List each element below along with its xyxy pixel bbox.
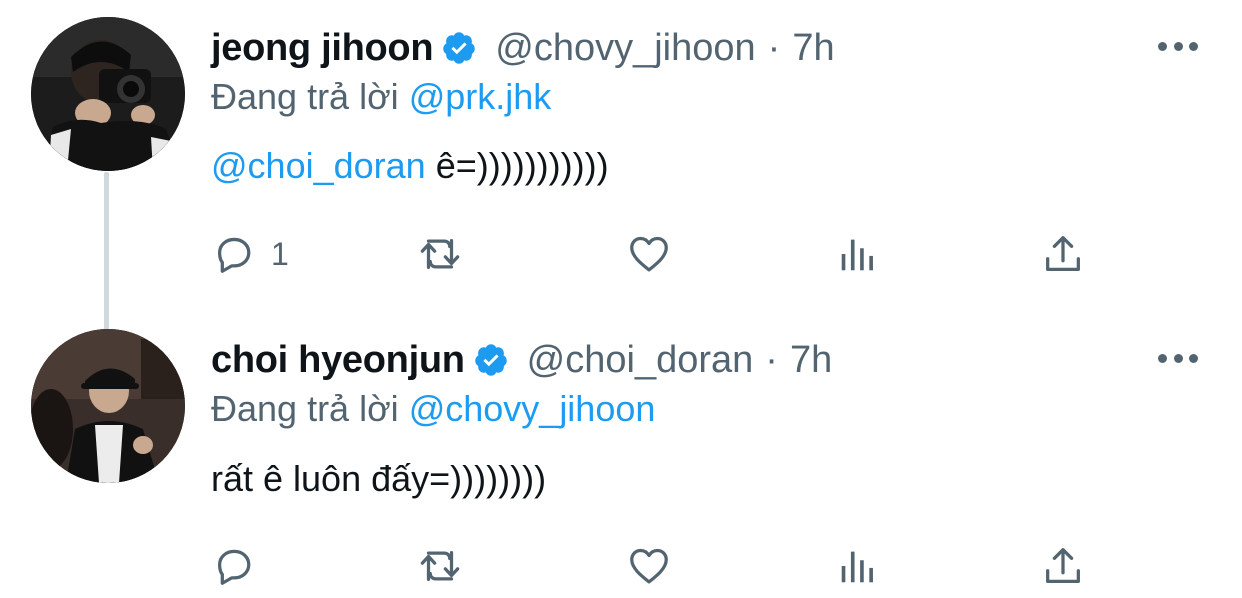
- analytics-button[interactable]: [835, 541, 881, 591]
- reply-button[interactable]: [211, 541, 257, 591]
- reply-count: 1: [271, 235, 289, 272]
- display-name[interactable]: choi hyeonjun: [211, 339, 465, 382]
- more-icon[interactable]: [1158, 350, 1198, 366]
- body-text: ê=))))))))))): [425, 145, 609, 186]
- timestamp[interactable]: 7h: [792, 27, 834, 70]
- tweet[interactable]: jeong jihoon @chovy_jihoon · 7h Đang trả…: [0, 0, 1242, 300]
- retweet-icon: [417, 231, 463, 277]
- verified-badge-icon: [441, 30, 477, 66]
- share-icon: [1040, 543, 1086, 589]
- replying-to-label: Đang trả lời: [211, 76, 399, 117]
- like-button[interactable]: [626, 541, 672, 591]
- tweet-header: jeong jihoon @chovy_jihoon · 7h: [211, 26, 835, 70]
- reply-icon: [211, 543, 257, 589]
- avatar[interactable]: [31, 329, 185, 483]
- separator-dot: ·: [765, 338, 778, 381]
- timestamp[interactable]: 7h: [790, 339, 832, 382]
- share-button[interactable]: [1040, 541, 1086, 591]
- reply-button[interactable]: 1: [211, 229, 289, 279]
- tweet-text: rất ê luôn đấy=)))))))): [211, 458, 547, 499]
- tweet[interactable]: choi hyeonjun @choi_doran · 7h Đang trả …: [0, 312, 1242, 598]
- body-mention[interactable]: @choi_doran: [211, 145, 426, 186]
- share-icon: [1040, 231, 1086, 277]
- separator-dot: ·: [767, 26, 781, 69]
- verified-badge-icon: [473, 342, 509, 378]
- analytics-icon: [835, 543, 881, 589]
- display-name[interactable]: jeong jihoon: [211, 27, 434, 70]
- analytics-button[interactable]: [835, 229, 881, 279]
- retweet-icon: [417, 543, 463, 589]
- tweet-actions: [211, 541, 1111, 591]
- like-button[interactable]: [626, 229, 672, 279]
- heart-icon: [626, 231, 672, 277]
- replying-to-label: Đang trả lời: [211, 388, 399, 429]
- retweet-button[interactable]: [417, 541, 463, 591]
- replying-to: Đang trả lời @prk.jhk: [211, 76, 551, 118]
- share-button[interactable]: [1040, 229, 1086, 279]
- tweet-text: @choi_doran ê=))))))))))): [211, 145, 609, 187]
- more-icon[interactable]: [1158, 38, 1198, 54]
- user-handle[interactable]: @chovy_jihoon: [495, 27, 755, 70]
- replying-to-mention[interactable]: @chovy_jihoon: [409, 388, 656, 429]
- replying-to-mention[interactable]: @prk.jhk: [409, 76, 552, 117]
- user-handle[interactable]: @choi_doran: [527, 339, 754, 382]
- avatar[interactable]: [31, 17, 185, 171]
- heart-icon: [626, 543, 672, 589]
- retweet-button[interactable]: [417, 229, 463, 279]
- reply-icon: [211, 231, 257, 277]
- tweet-header: choi hyeonjun @choi_doran · 7h: [211, 338, 832, 382]
- analytics-icon: [835, 231, 881, 277]
- replying-to: Đang trả lời @chovy_jihoon: [211, 388, 655, 430]
- tweet-actions: 1: [211, 229, 1111, 279]
